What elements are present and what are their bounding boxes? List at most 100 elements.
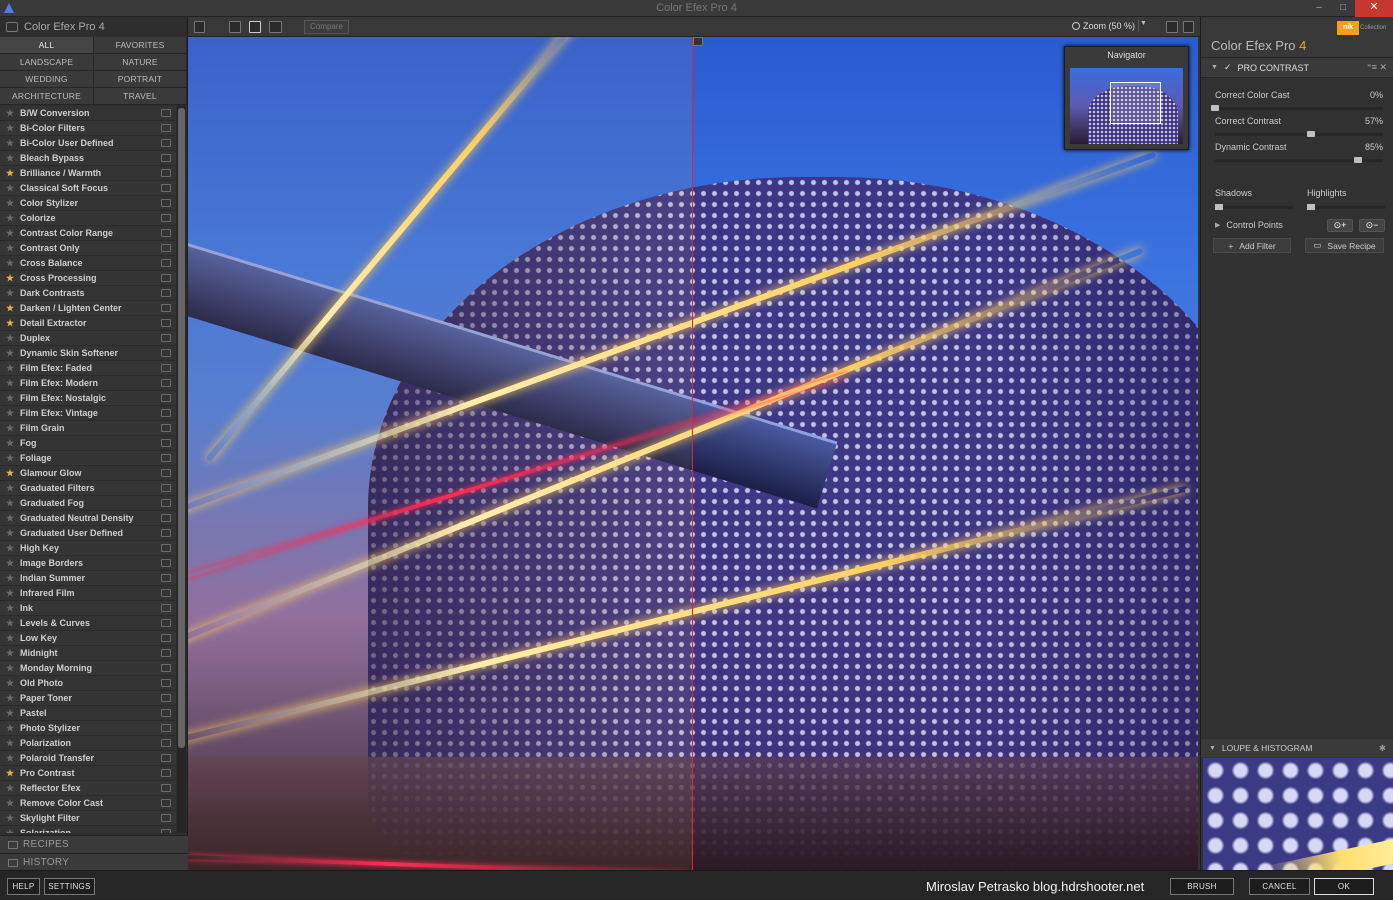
highlights-slider[interactable] [1307, 204, 1385, 210]
filter-item[interactable]: ★ High Key [0, 541, 176, 556]
favorite-star-icon[interactable]: ★ [0, 498, 20, 509]
presets-icon[interactable] [161, 529, 171, 537]
presets-icon[interactable] [161, 349, 171, 357]
navigator-viewport[interactable] [1110, 82, 1161, 124]
filter-item[interactable]: ★ Contrast Only [0, 241, 176, 256]
presets-icon[interactable] [161, 289, 171, 297]
favorite-star-icon[interactable]: ★ [0, 153, 20, 164]
filter-item[interactable]: ★ Remove Color Cast [0, 796, 176, 811]
zoom-dropdown-icon[interactable]: ▼ [1138, 20, 1148, 32]
category-architecture[interactable]: ARCHITECTURE [0, 88, 94, 105]
presets-icon[interactable] [161, 694, 171, 702]
filter-item[interactable]: ★ Bleach Bypass [0, 151, 176, 166]
slider-track[interactable] [1211, 105, 1383, 111]
presets-icon[interactable] [161, 799, 171, 807]
recipes-section[interactable]: RECIPES [0, 835, 188, 853]
category-wedding[interactable]: WEDDING [0, 71, 94, 88]
split-view-icon[interactable] [249, 21, 261, 33]
presets-icon[interactable] [161, 454, 171, 462]
favorite-star-icon[interactable]: ★ [0, 483, 20, 494]
filter-item[interactable]: ★ Colorize [0, 211, 176, 226]
filter-item[interactable]: ★ Film Efex: Faded [0, 361, 176, 376]
presets-icon[interactable] [161, 574, 171, 582]
add-control-point-button[interactable]: ⊙+ [1327, 218, 1353, 232]
filter-item[interactable]: ★ Indian Summer [0, 571, 176, 586]
presets-icon[interactable] [161, 544, 171, 552]
brush-button[interactable]: BRUSH [1170, 878, 1234, 895]
presets-icon[interactable] [161, 124, 171, 132]
ok-button[interactable]: OK [1314, 878, 1374, 895]
filter-item[interactable]: ★ Detail Extractor [0, 316, 176, 331]
background-toggle-icon[interactable] [1166, 21, 1178, 33]
filter-item[interactable]: ★ Monday Morning [0, 661, 176, 676]
save-recipe-button[interactable]: ▭ Save Recipe [1305, 238, 1384, 253]
favorite-star-icon[interactable]: ★ [0, 258, 20, 269]
category-favorites[interactable]: FAVORITES [94, 37, 187, 54]
presets-icon[interactable] [161, 814, 171, 822]
zoom-control[interactable]: Zoom (50 %) ▼ [1072, 20, 1148, 32]
slider-knob[interactable] [1306, 131, 1315, 137]
split-divider[interactable] [692, 37, 693, 870]
collapse-icon[interactable]: ▼ [1211, 64, 1218, 71]
filter-item[interactable]: ★ Pastel [0, 706, 176, 721]
filter-item[interactable]: ★ Paper Toner [0, 691, 176, 706]
presets-icon[interactable] [161, 634, 171, 642]
filter-item[interactable]: ★ Polaroid Transfer [0, 751, 176, 766]
presets-icon[interactable] [161, 469, 171, 477]
filter-item[interactable]: ★ Midnight [0, 646, 176, 661]
favorite-star-icon[interactable]: ★ [0, 603, 20, 614]
filter-item[interactable]: ★ Dark Contrasts [0, 286, 176, 301]
filter-item[interactable]: ★ Graduated Neutral Density [0, 511, 176, 526]
favorite-star-icon[interactable]: ★ [0, 183, 20, 194]
favorite-star-icon[interactable]: ★ [0, 513, 20, 524]
favorite-star-icon[interactable]: ★ [0, 648, 20, 659]
presets-icon[interactable] [161, 604, 171, 612]
navigator-thumbnail[interactable] [1070, 68, 1183, 144]
favorite-star-icon[interactable]: ★ [0, 348, 20, 359]
favorite-star-icon[interactable]: ★ [0, 378, 20, 389]
cancel-button[interactable]: CANCEL [1249, 878, 1310, 895]
favorite-star-icon[interactable]: ★ [0, 288, 20, 299]
presets-icon[interactable] [161, 214, 171, 222]
favorite-star-icon[interactable]: ★ [0, 393, 20, 404]
category-all[interactable]: ALL [0, 37, 94, 54]
filter-item[interactable]: ★ Graduated Fog [0, 496, 176, 511]
filter-item[interactable]: ★ Solarization [0, 826, 176, 833]
favorite-star-icon[interactable]: ★ [0, 168, 20, 179]
presets-icon[interactable] [161, 769, 171, 777]
favorite-star-icon[interactable]: ★ [0, 783, 20, 794]
filter-item[interactable]: ★ Graduated User Defined [0, 526, 176, 541]
filter-item[interactable]: ★ Film Grain [0, 421, 176, 436]
favorite-star-icon[interactable]: ★ [0, 318, 20, 329]
presets-icon[interactable] [161, 394, 171, 402]
category-nature[interactable]: NATURE [94, 54, 187, 71]
single-view-icon[interactable] [229, 21, 241, 33]
panel-toggle-icon[interactable] [6, 22, 18, 32]
presets-icon[interactable] [161, 499, 171, 507]
filter-enabled-checkbox[interactable]: ✓ [1224, 62, 1232, 73]
settings-button[interactable]: SETTINGS [44, 878, 95, 895]
filter-item[interactable]: ★ Cross Processing [0, 271, 176, 286]
favorite-star-icon[interactable]: ★ [0, 768, 20, 779]
favorite-star-icon[interactable]: ★ [0, 423, 20, 434]
pin-icon[interactable]: ✱ [1379, 743, 1386, 754]
scrollbar-thumb[interactable] [178, 108, 185, 748]
presets-icon[interactable] [161, 439, 171, 447]
filter-item[interactable]: ★ Pro Contrast [0, 766, 176, 781]
expand-icon[interactable]: ▶ [1215, 221, 1220, 229]
slider-knob[interactable] [1353, 157, 1362, 163]
favorite-star-icon[interactable]: ★ [0, 243, 20, 254]
presets-icon[interactable] [161, 424, 171, 432]
filter-item[interactable]: ★ Ink [0, 601, 176, 616]
split-handle-icon[interactable] [693, 37, 703, 46]
favorite-star-icon[interactable]: ★ [0, 813, 20, 824]
slider-track[interactable] [1215, 131, 1383, 137]
highlights-knob[interactable] [1307, 204, 1315, 210]
favorite-star-icon[interactable]: ★ [0, 303, 20, 314]
filter-item[interactable]: ★ Film Efex: Nostalgic [0, 391, 176, 406]
presets-icon[interactable] [161, 709, 171, 717]
filter-item[interactable]: ★ Image Borders [0, 556, 176, 571]
filter-item[interactable]: ★ Contrast Color Range [0, 226, 176, 241]
presets-icon[interactable] [161, 829, 171, 833]
favorite-star-icon[interactable]: ★ [0, 213, 20, 224]
